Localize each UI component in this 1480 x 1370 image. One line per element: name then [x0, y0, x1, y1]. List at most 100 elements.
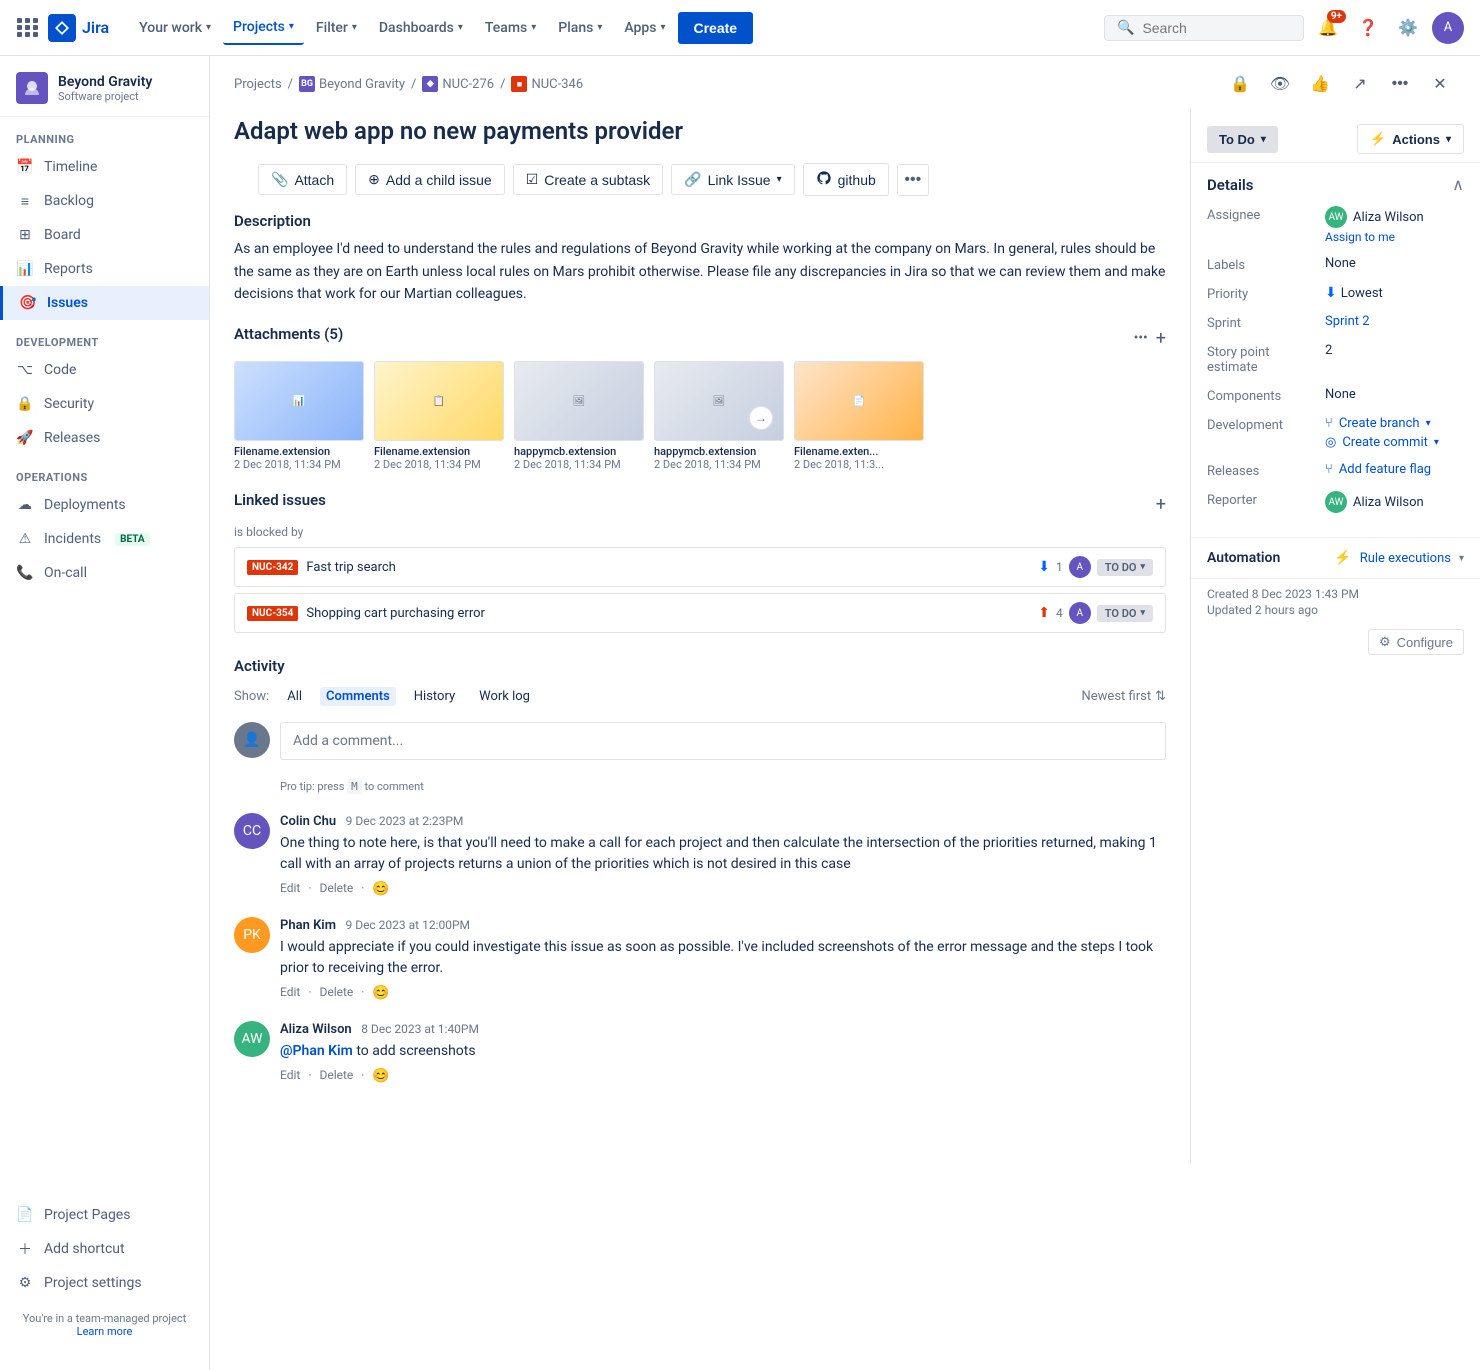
comment: CC Colin Chu 9 Dec 2023 at 2:23PM One th… [234, 813, 1166, 897]
comment-input[interactable]: Add a comment... [280, 722, 1166, 760]
chevron-down-icon: ▾ [289, 21, 294, 32]
lightning-icon: ⚡ [1334, 550, 1351, 566]
create-branch-link[interactable]: ⑂ Create branch ▾ [1325, 416, 1439, 431]
filter-history[interactable]: History [408, 687, 461, 706]
status-button[interactable]: To Do ▾ [1207, 126, 1278, 153]
link-issue-button[interactable]: 🔗 Link Issue ▾ [671, 164, 795, 195]
list-item[interactable]: 🖼 → happymcb.extension 2 Dec 2018, 11:34… [654, 361, 784, 471]
sidebar-item-deployments[interactable]: ☁ Deployments [0, 488, 209, 522]
breadcrumb-project[interactable]: BG Beyond Gravity [299, 76, 405, 92]
flag-icon: ⑂ [1325, 462, 1333, 477]
edit-comment-button[interactable]: Edit [280, 985, 300, 1001]
add-linked-issue-button[interactable]: + [1156, 494, 1166, 515]
add-feature-flag-link[interactable]: ⑂ Add feature flag [1325, 462, 1431, 477]
react-button[interactable]: 😊 [372, 985, 389, 1001]
chevron-down-icon: ▾ [1261, 134, 1266, 145]
delete-comment-button[interactable]: Delete [319, 985, 353, 1001]
project-info: Beyond Gravity Software project [58, 74, 152, 103]
github-icon [816, 170, 832, 189]
create-subtask-button[interactable]: ☑ Create a subtask [513, 164, 663, 195]
filter-all[interactable]: All [281, 687, 308, 706]
list-item[interactable]: 🖼 happymcb.extension 2 Dec 2018, 11:34 P… [514, 361, 644, 471]
search-box[interactable]: 🔍 [1104, 15, 1304, 41]
create-button[interactable]: Create [678, 12, 754, 44]
edit-comment-button[interactable]: Edit [280, 1068, 300, 1084]
more-options-button[interactable]: ••• [1384, 68, 1416, 100]
delete-comment-button[interactable]: Delete [319, 1068, 353, 1084]
nav-dashboards[interactable]: Dashboards ▾ [369, 12, 473, 44]
user-avatar[interactable]: A [1432, 12, 1464, 44]
filter-comments[interactable]: Comments [320, 687, 396, 706]
status-badge[interactable]: TO DO ▾ [1097, 605, 1153, 622]
grid-menu-button[interactable] [16, 16, 40, 40]
sidebar-item-security[interactable]: 🔒 Security [0, 387, 209, 421]
sprint-link[interactable]: Sprint 2 [1325, 314, 1464, 329]
assign-me-link[interactable]: Assign to me [1325, 230, 1424, 244]
react-button[interactable]: 😊 [372, 1068, 389, 1084]
chevron-down-icon: ▾ [352, 22, 357, 33]
list-item[interactable]: 📋 Filename.extension 2 Dec 2018, 11:34 P… [374, 361, 504, 471]
notification-button[interactable]: 🔔 9+ [1312, 12, 1344, 44]
list-item[interactable]: 📊 Filename.extension 2 Dec 2018, 11:34 P… [234, 361, 364, 471]
share-button[interactable]: ↗ [1344, 68, 1376, 100]
sidebar-item-releases[interactable]: 🚀 Releases [0, 421, 209, 455]
delete-comment-button[interactable]: Delete [319, 881, 353, 897]
nav-teams[interactable]: Teams ▾ [475, 12, 546, 44]
attachments-more-button[interactable]: ••• [1134, 330, 1148, 346]
sidebar-item-timeline[interactable]: 📅 Timeline [0, 150, 209, 184]
help-button[interactable]: ❓ [1352, 12, 1384, 44]
watch-button[interactable]: 👁 [1264, 68, 1296, 100]
attach-button[interactable]: 📎 Attach [258, 164, 347, 195]
details-toggle-button[interactable]: ∧ [1452, 175, 1464, 194]
breadcrumb-projects[interactable]: Projects [234, 77, 282, 92]
sidebar-item-reports[interactable]: 📊 Reports [0, 252, 209, 286]
nav-your-work[interactable]: Your work ▾ [129, 12, 221, 44]
breadcrumb-parent[interactable]: ◆ NUC-276 [422, 76, 494, 92]
attach-icon: 📎 [271, 171, 288, 188]
jira-logo-icon [48, 14, 76, 42]
automation-header: Automation ⚡ Rule executions ▾ [1207, 550, 1464, 566]
create-commit-link[interactable]: ◎ Create commit ▾ [1325, 435, 1439, 450]
settings-button[interactable]: ⚙️ [1392, 12, 1424, 44]
close-button[interactable]: ✕ [1424, 68, 1456, 100]
toolbar-more-button[interactable]: ••• [897, 164, 929, 196]
issue-tag[interactable]: NUC-354 [247, 606, 298, 621]
add-attachment-button[interactable]: + [1156, 328, 1166, 349]
lock-button[interactable]: 🔒 [1224, 68, 1256, 100]
sidebar-item-project-pages[interactable]: 📄 Project Pages [0, 1198, 209, 1232]
nav-projects[interactable]: Projects ▾ [223, 11, 304, 45]
comment-actions: Edit · Delete · 😊 [280, 881, 1166, 897]
edit-comment-button[interactable]: Edit [280, 881, 300, 897]
detail-labels: Labels None [1207, 256, 1464, 273]
sidebar-item-project-settings[interactable]: ⚙ Project settings [0, 1266, 209, 1300]
issue-tag[interactable]: NUC-342 [247, 560, 298, 575]
thumbs-up-button[interactable]: 👍 [1304, 68, 1336, 100]
react-button[interactable]: 😊 [372, 881, 389, 897]
sidebar-item-incidents[interactable]: ⚠ Incidents BETA [0, 522, 209, 556]
sidebar-item-code[interactable]: ⌥ Code [0, 353, 209, 387]
nav-filter[interactable]: Filter ▾ [306, 12, 367, 44]
nav-apps[interactable]: Apps ▾ [614, 12, 675, 44]
sidebar-item-backlog[interactable]: ≡ Backlog [0, 184, 209, 218]
main-content: Projects / BG Beyond Gravity / ◆ NUC-276… [210, 56, 1480, 1370]
jira-logo[interactable]: Jira [48, 14, 109, 42]
avatar: CC [234, 813, 270, 849]
attachments-grid: 📊 Filename.extension 2 Dec 2018, 11:34 P… [234, 361, 1166, 471]
sidebar-item-board[interactable]: ⊞ Board [0, 218, 209, 252]
nav-plans[interactable]: Plans ▾ [548, 12, 612, 44]
add-child-issue-button[interactable]: ⊕ Add a child issue [355, 164, 505, 195]
list-item[interactable]: 📄 Filename.exten... 2 Dec 2018, 11:3... [794, 361, 924, 471]
sidebar-item-add-shortcut[interactable]: ＋ Add shortcut [0, 1232, 209, 1266]
actions-button[interactable]: ⚡ Actions ▾ [1357, 124, 1464, 154]
status-badge[interactable]: TO DO ▾ [1097, 559, 1153, 576]
search-input[interactable] [1142, 20, 1282, 36]
sidebar-item-issues[interactable]: 🎯 Issues [0, 286, 209, 320]
learn-more-link[interactable]: Learn more [77, 1325, 133, 1338]
add-shortcut-icon: ＋ [16, 1240, 34, 1258]
filter-worklog[interactable]: Work log [473, 687, 536, 706]
configure-button[interactable]: ⚙ Configure [1368, 629, 1464, 655]
sidebar-item-oncall[interactable]: 📞 On-call [0, 556, 209, 590]
comment: PK Phan Kim 9 Dec 2023 at 12:00PM I woul… [234, 917, 1166, 1001]
github-button[interactable]: github [803, 163, 889, 196]
sort-button[interactable]: Newest first ⇅ [1082, 689, 1167, 704]
